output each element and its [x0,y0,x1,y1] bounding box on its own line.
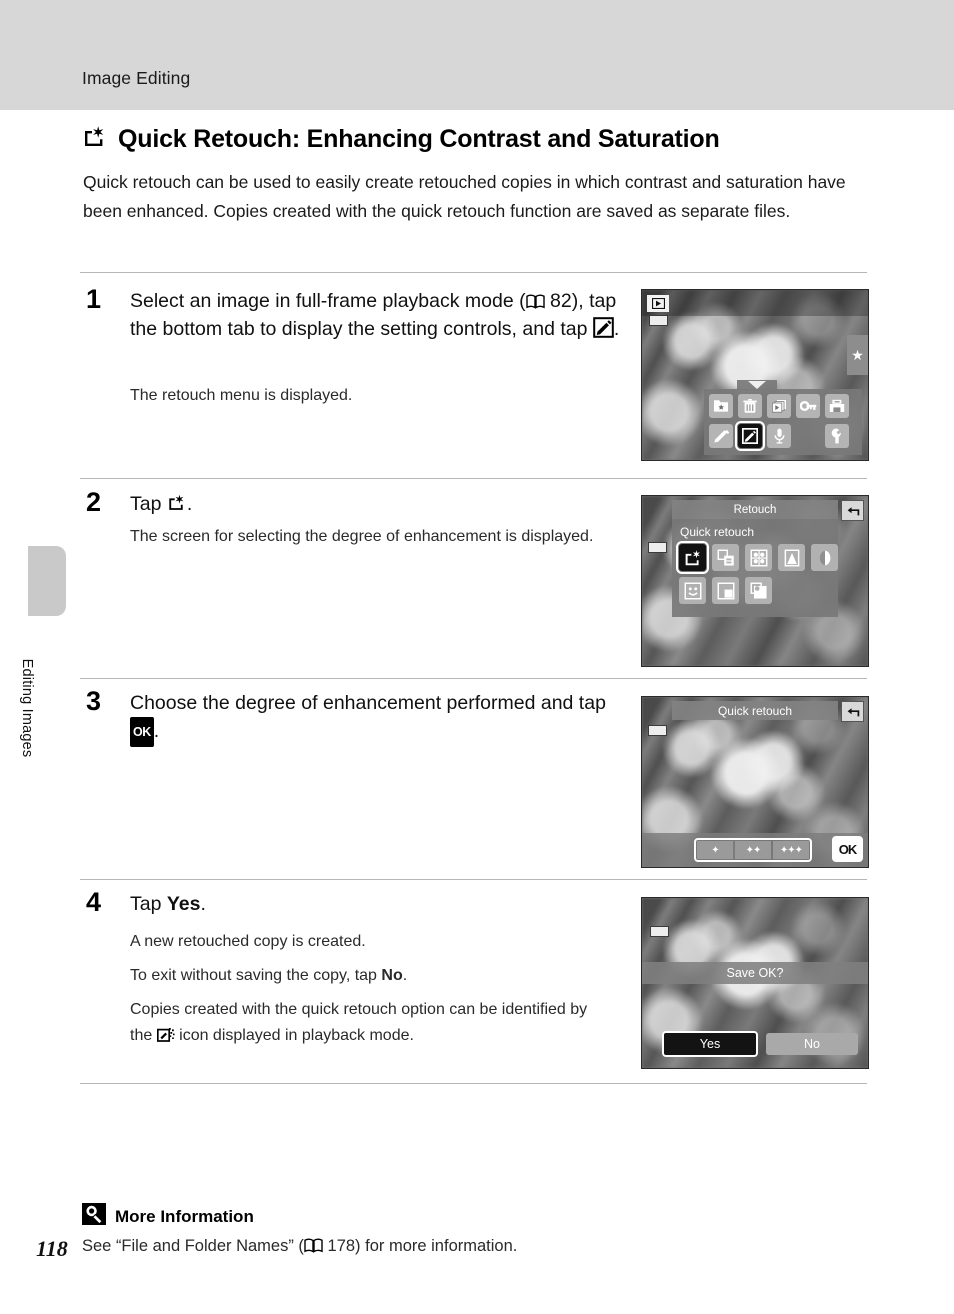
ok-button[interactable]: OK [832,836,863,862]
step-3-title-part-a: Choose the degree of enhancement perform… [130,692,606,714]
favorites-star-tab[interactable]: ★ [847,335,868,375]
battery-icon [649,315,668,326]
slideshow-icon[interactable] [767,394,791,418]
menu-spacer [796,424,820,448]
intro-paragraph: Quick retouch can be used to easily crea… [83,172,846,221]
level-3-button[interactable]: ✦✦✦ [773,841,809,859]
step-4-body-2-part-a: To exit without saving the copy, tap [130,967,382,984]
more-information-heading: More Information [82,1203,254,1230]
quick-retouch-screen-title: Quick retouch [672,701,838,720]
running-head-title: Image Editing [82,68,191,88]
quick-retouch-playback-badge-icon [156,1026,175,1052]
camera-screen-quick-retouch-level[interactable]: Quick retouch ✦ ✦✦ ✦✦✦ OK [641,696,869,868]
key-protect-icon[interactable] [796,394,820,418]
playback-mode-icon[interactable] [647,295,669,312]
step-number-4: 4 [86,887,102,917]
divider-step1 [80,272,867,273]
step-4-body-3-part-b: icon displayed in playback mode. [174,1027,414,1044]
divider-steps-end [80,1083,867,1084]
step-1-title-part-a: Select an image in full-frame playback m… [130,290,526,312]
step-number-1: 1 [86,284,102,314]
chapter-label: Editing Images [19,658,35,758]
page-number: 118 [36,1236,68,1261]
note-reference-page: 178 [327,1237,356,1255]
page-title: Quick Retouch: Enhancing Contrast and Sa… [82,124,882,155]
step-2-title: Tap . [130,490,620,521]
step-3-title-part-c: . [153,720,160,742]
more-information-body: See “File and Folder Names” ( 178) for m… [82,1237,517,1256]
running-head-band [0,0,954,110]
voice-memo-icon[interactable] [767,424,791,448]
step-1-title-part-c: . [613,318,620,340]
retouch-menu-title: Retouch [672,500,838,519]
divider-step3 [80,678,867,679]
pencil-draw-icon[interactable] [709,424,733,448]
step-2-title-part-a: Tap [130,493,167,515]
selected-option-label: Quick retouch [680,525,755,539]
step-1-reference-page: 82 [550,290,572,312]
skin-softening-icon[interactable] [745,544,772,571]
small-picture-icon[interactable] [712,577,739,604]
step-1-body: The retouch menu is displayed. [130,387,353,404]
wrench-setup-icon[interactable] [825,424,849,448]
chevron-down-icon[interactable] [748,381,766,389]
step-4-title-bold: Yes [166,893,201,915]
more-information-icon [82,1203,106,1230]
retouch-icon[interactable] [735,421,765,451]
star-folder-icon[interactable] [709,394,733,418]
step-4-body-2-bold: No [381,967,403,984]
camera-screen-retouch-menu[interactable]: Retouch Quick retouch [641,495,869,667]
soft-filter-icon[interactable] [811,544,838,571]
step-4-title-part-c: . [200,893,206,915]
retouch-options-panel: Quick retouch [672,519,838,617]
camera-screen-playback-controls[interactable]: ★ [641,289,869,461]
step-4-body-3: Copies created with the quick retouch op… [130,997,605,1052]
retouch-pencil-icon [593,317,614,346]
crop-icon[interactable] [745,577,772,604]
glamour-retouch-icon[interactable] [679,577,706,604]
enhancement-level-group[interactable]: ✦ ✦✦ ✦✦✦ [694,838,812,862]
ok-chip-icon: OK [130,717,154,747]
step-4-body-2: To exit without saving the copy, tap No. [130,963,610,989]
step-1-title: Select an image in full-frame playback m… [130,287,620,346]
camera-screen-save-confirmation[interactable]: Save OK? Yes No [641,897,869,1069]
d-lighting-icon[interactable] [712,544,739,571]
step-4-title: Tap Yes. [130,890,610,918]
step-4-title-part-a: Tap [130,893,167,915]
note-body-part-a: See “File and Folder Names” ( [82,1237,304,1255]
quick-retouch-icon [167,493,187,521]
save-prompt-text: Save OK? [642,962,868,984]
page-title-text: Quick Retouch: Enhancing Contrast and Sa… [118,125,720,153]
back-arrow-icon[interactable] [841,701,864,722]
chapter-thumb-tab [28,546,66,616]
reference-book-icon [525,289,545,309]
level-1-button[interactable]: ✦ [697,841,733,859]
step-4-body-2-part-c: . [402,967,408,984]
quick-retouch-icon[interactable] [676,541,709,574]
step-2-title-part-c: . [186,493,193,515]
step-number-3: 3 [86,686,102,716]
note-body-part-b: ) for more information. [355,1237,518,1255]
battery-icon [648,725,667,736]
divider-step4 [80,879,867,880]
trash-icon[interactable] [738,394,762,418]
divider-step2 [80,478,867,479]
playback-controls-panel [704,389,862,455]
quick-retouch-icon [82,124,108,155]
step-4-body-1: A new retouched copy is created. [130,933,366,950]
yes-button[interactable]: Yes [662,1031,758,1057]
screen-top-bar [642,290,868,316]
step-3-title: Choose the degree of enhancement perform… [130,689,610,747]
step-number-2: 2 [86,487,102,517]
battery-icon [648,542,667,553]
more-information-title: More Information [115,1206,254,1226]
back-arrow-icon[interactable] [841,500,864,521]
filter-effects-icon[interactable] [778,544,805,571]
step-2-body: The screen for selecting the degree of e… [130,528,594,545]
battery-icon [650,926,669,937]
no-button[interactable]: No [766,1033,858,1055]
reference-book-icon [304,1238,323,1253]
level-2-button[interactable]: ✦✦ [735,841,771,859]
print-order-icon[interactable] [825,394,849,418]
